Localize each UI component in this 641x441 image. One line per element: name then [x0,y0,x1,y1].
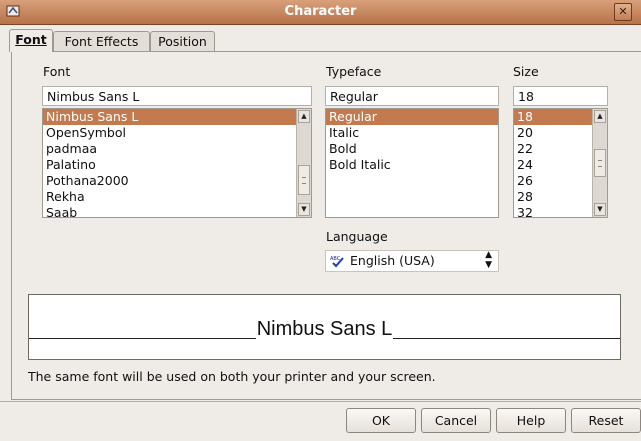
list-item[interactable]: Saab [43,205,311,217]
tab-font-effects[interactable]: Font Effects [53,31,150,51]
tab-font-effects-label: Font Effects [64,34,139,49]
list-item[interactable]: Regular [326,109,498,125]
size-list-scrollbar[interactable]: ▲ ▼ [592,109,607,217]
scroll-down-icon[interactable]: ▼ [594,203,606,216]
list-item[interactable]: Palatino [43,157,311,173]
font-info-note: The same font will be used on both your … [28,369,436,384]
updown-icon: ▲ ▼ [485,250,492,270]
window-title: Character [284,4,357,19]
font-list-scrollbar[interactable]: ▲ ▼ [296,109,311,217]
typeface-label: Typeface [326,64,382,79]
size-input[interactable]: 18 [513,86,608,106]
list-item[interactable]: Nimbus Sans L [43,109,311,125]
size-list[interactable]: 18 20 22 24 26 28 32 ▲ ▼ [513,108,608,218]
scroll-thumb[interactable] [298,165,310,195]
cancel-button[interactable]: Cancel [421,408,491,433]
font-label: Font [43,64,71,79]
list-item[interactable]: Bold [326,141,498,157]
font-list[interactable]: Nimbus Sans L OpenSymbol padmaa Palatino… [42,108,312,218]
help-button[interactable]: Help [496,408,566,433]
scroll-thumb[interactable] [594,149,606,177]
list-item[interactable]: Pothana2000 [43,173,311,189]
scroll-up-icon[interactable]: ▲ [298,110,310,123]
scroll-down-icon[interactable]: ▼ [298,203,310,216]
list-item[interactable]: Bold Italic [326,157,498,173]
preview-text-wrap: Nimbus Sans L [29,316,620,342]
language-select[interactable]: ABC English (USA) ▲ ▼ [325,250,499,272]
tab-font-label: Font [15,32,47,47]
preview-text: Nimbus Sans L [255,318,394,340]
spellcheck-icon: ABC [330,256,344,268]
tab-position-label: Position [158,34,207,49]
list-item[interactable]: Rekha [43,189,311,205]
font-name-input[interactable]: Nimbus Sans L [42,86,312,106]
language-label: Language [326,229,388,244]
close-icon: ✕ [618,5,628,18]
tab-font[interactable]: Font [9,29,53,52]
list-item[interactable]: padmaa [43,141,311,157]
close-button[interactable]: ✕ [614,3,632,21]
tab-position[interactable]: Position [150,31,215,51]
title-bar: Character ✕ [0,0,641,25]
size-label: Size [513,64,539,79]
separator [0,401,641,402]
scroll-up-icon[interactable]: ▲ [594,110,606,123]
language-value: English (USA) [350,253,435,268]
font-preview: Nimbus Sans L [28,294,621,360]
reset-button[interactable]: Reset [571,408,641,433]
typeface-input[interactable]: Regular [325,86,499,106]
list-item[interactable]: OpenSymbol [43,125,311,141]
list-item[interactable]: Italic [326,125,498,141]
ok-button[interactable]: OK [346,408,416,433]
typeface-list[interactable]: Regular Italic Bold Bold Italic [325,108,499,218]
